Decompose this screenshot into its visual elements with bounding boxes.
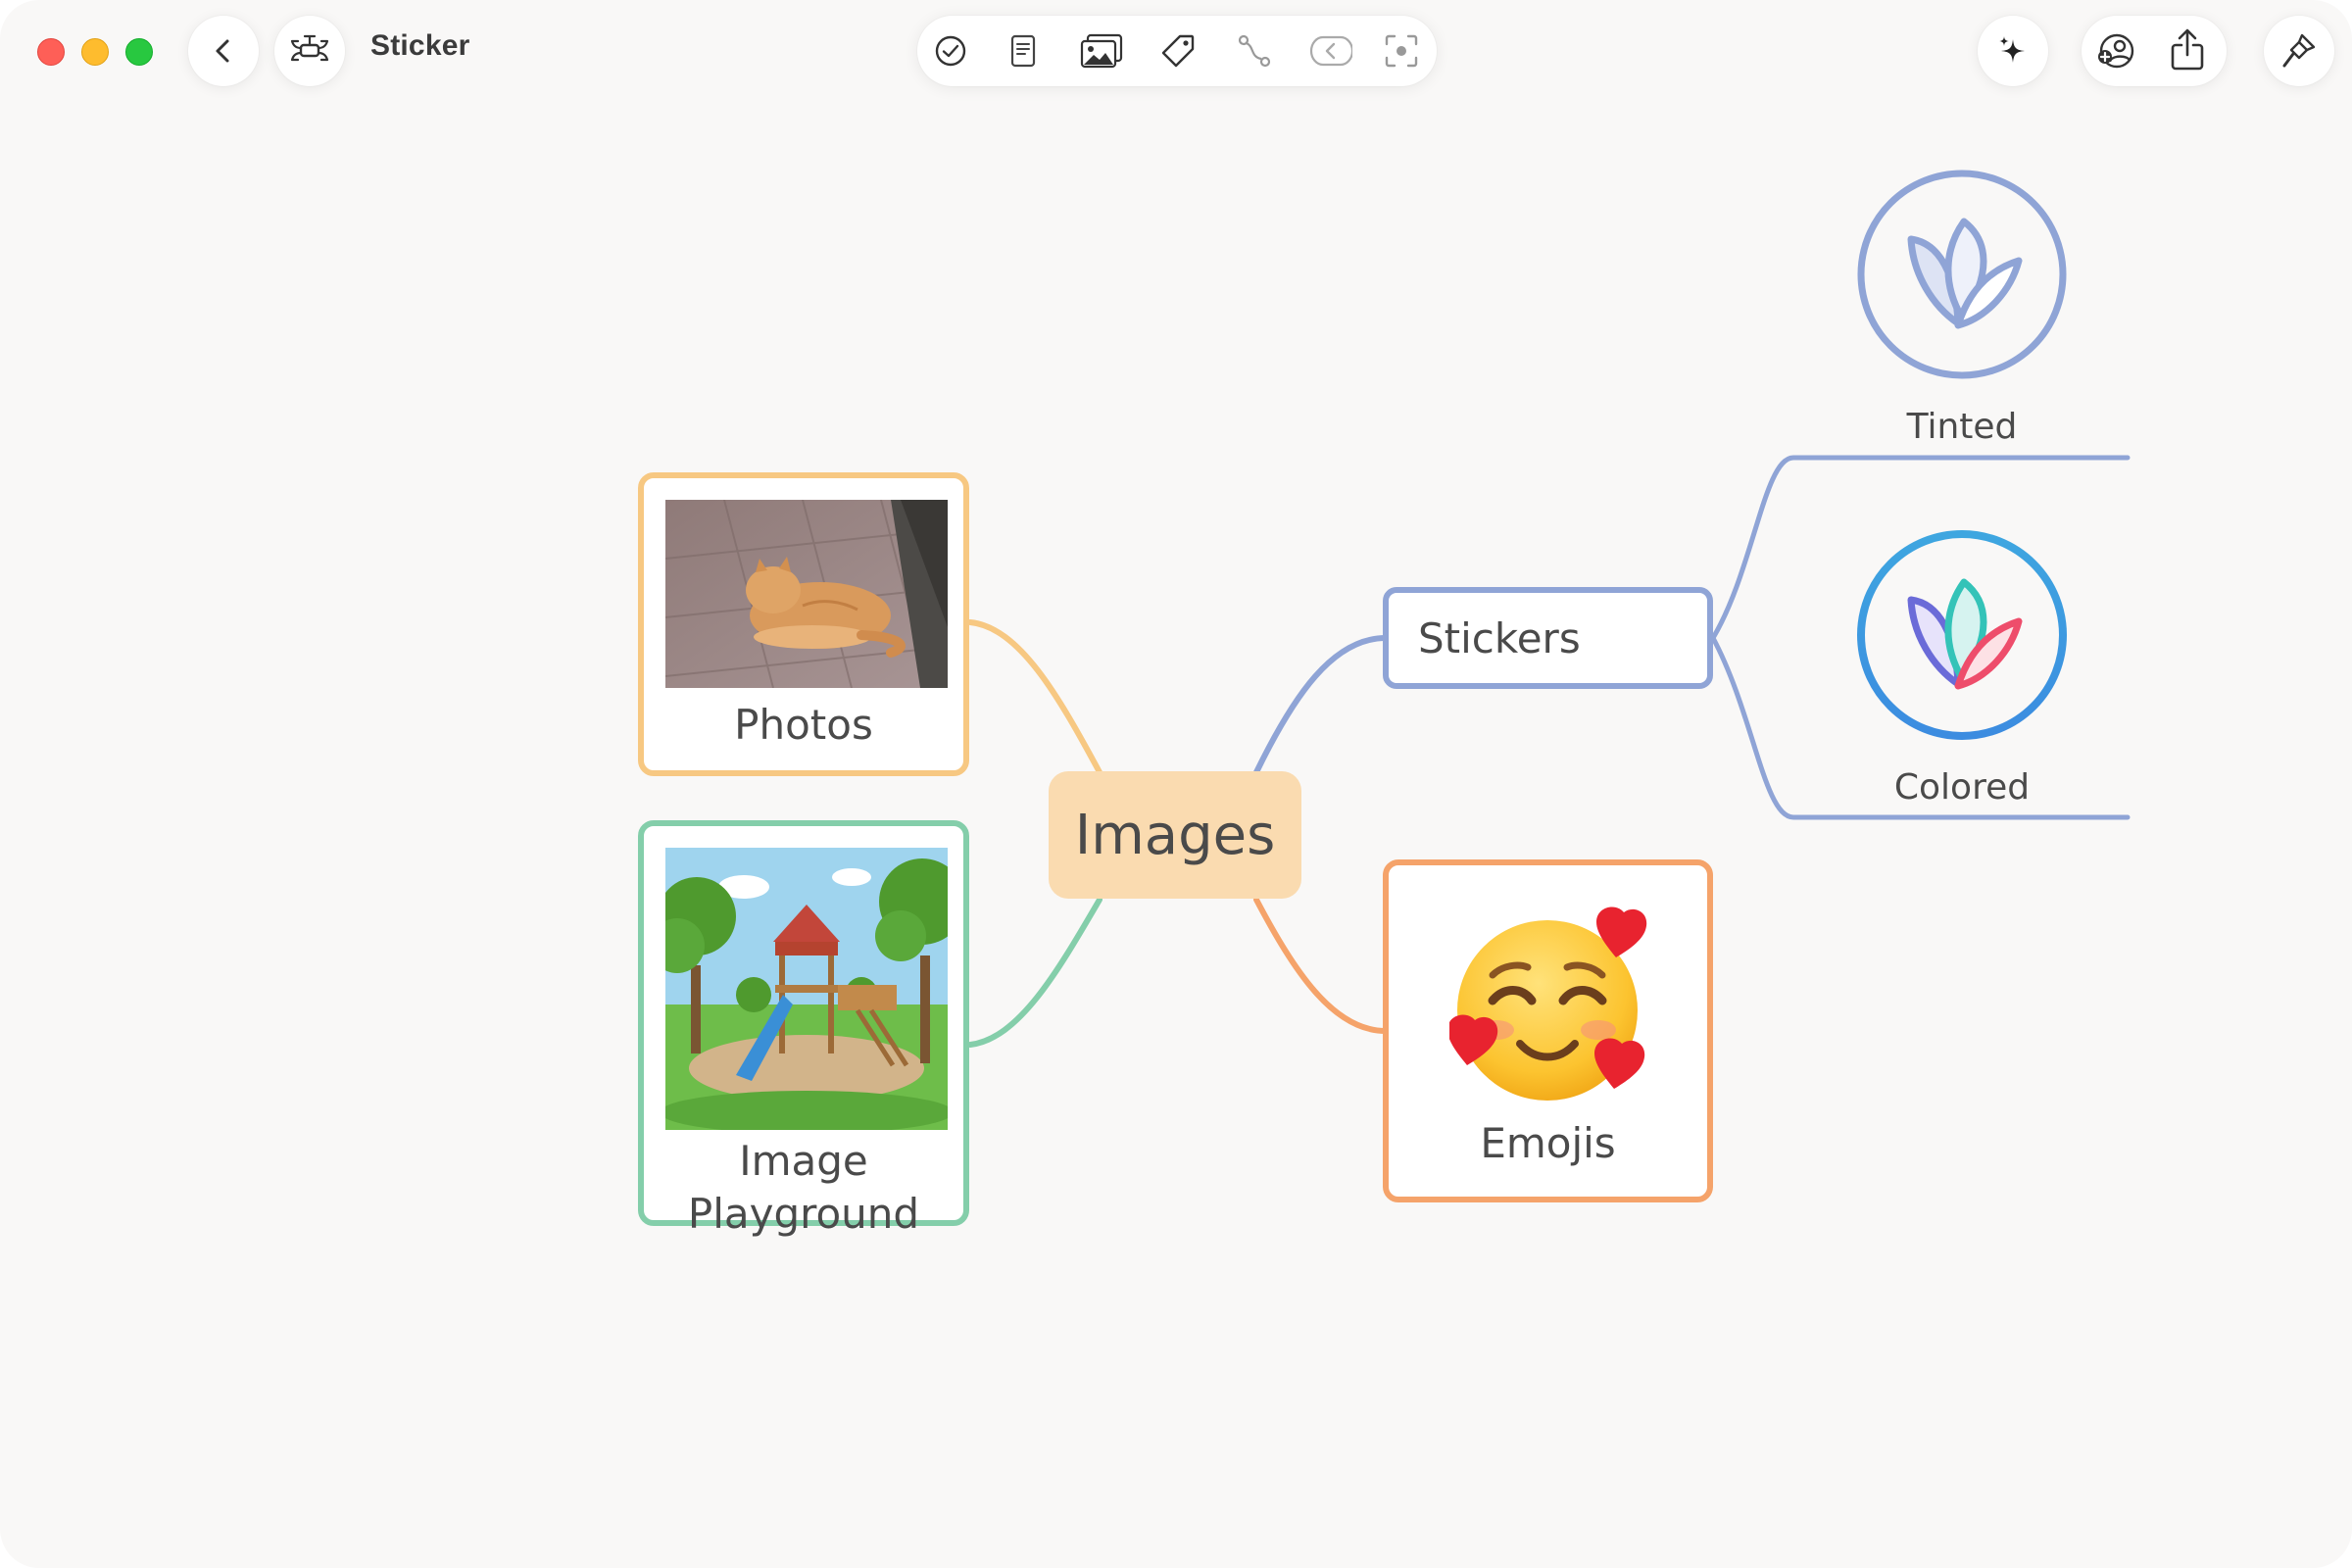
emojis-label: Emojis: [1480, 1119, 1616, 1167]
stickers-node[interactable]: Stickers: [1383, 587, 1713, 689]
image-icon: [1080, 33, 1123, 69]
focus-icon: [1385, 34, 1418, 68]
colored-label: Colored: [1893, 767, 2031, 808]
photos-node[interactable]: Photos: [638, 472, 969, 776]
collaborate-icon: [2098, 33, 2134, 69]
zoom-window-button[interactable]: [125, 38, 153, 66]
share-icon: [2171, 28, 2204, 71]
relationship-icon: [1238, 34, 1271, 68]
collaborate-button[interactable]: [2095, 31, 2136, 71]
playground-label-line2: Playground: [687, 1190, 920, 1238]
ai-assistant-button[interactable]: [1978, 16, 2048, 86]
image-button[interactable]: [1078, 33, 1125, 69]
share-button[interactable]: [2168, 27, 2207, 73]
minimize-window-button[interactable]: [81, 38, 109, 66]
focus-button[interactable]: [1384, 33, 1419, 69]
connector-stickers: [1253, 635, 1389, 775]
document-title: Sticker: [370, 29, 470, 62]
connector-emojis: [1253, 897, 1389, 1034]
cat-photo-thumbnail: [665, 500, 948, 688]
task-button[interactable]: [933, 33, 968, 69]
connector-playground: [967, 897, 1102, 1048]
format-brush-icon: [2282, 33, 2316, 68]
mindmap-structure-button[interactable]: [274, 16, 345, 86]
playground-image-icon: [665, 848, 948, 1130]
mindmap-canvas[interactable]: Photos Image Playground Images Stickers …: [0, 108, 2352, 1568]
tinted-sticker-node[interactable]: [1854, 167, 2070, 382]
smiling-hearts-emoji: [1447, 906, 1655, 1102]
sparkle-icon: [1999, 36, 2025, 63]
image-playground-node[interactable]: Image Playground: [638, 820, 969, 1238]
note-button[interactable]: [1005, 33, 1041, 69]
insert-toolbar: [917, 16, 1437, 86]
tinted-label: Tinted: [1906, 407, 2018, 447]
format-button[interactable]: [2264, 16, 2334, 86]
tinted-leaf-icon: [1857, 170, 2067, 379]
boundary-button[interactable]: [1309, 33, 1352, 69]
collaborate-share-group: [2082, 16, 2227, 86]
connector-photos: [967, 619, 1102, 775]
tag-icon: [1161, 34, 1195, 68]
central-topic-node[interactable]: Images: [1049, 771, 1301, 899]
smiling-face-with-hearts-icon: [1447, 906, 1647, 1101]
app-window: Sticker Photos Image Playground Images S…: [0, 0, 2352, 1568]
emojis-node[interactable]: Emojis: [1383, 859, 1713, 1202]
checkmark-circle-icon: [935, 35, 966, 67]
relationship-button[interactable]: [1237, 33, 1272, 69]
mindmap-icon: [290, 34, 329, 62]
back-button[interactable]: [188, 16, 259, 86]
photos-label: Photos: [734, 701, 873, 749]
close-window-button[interactable]: [37, 38, 65, 66]
colored-leaf-icon: [1857, 530, 2067, 740]
playground-thumbnail: [665, 848, 948, 1130]
playground-label-line1: Image: [739, 1137, 868, 1185]
tag-button[interactable]: [1160, 33, 1196, 69]
cat-photo-icon: [665, 500, 948, 688]
colored-sticker-node[interactable]: [1854, 527, 2070, 743]
chevron-left-icon: [216, 39, 229, 63]
boundary-icon: [1309, 35, 1352, 67]
note-icon: [1010, 34, 1036, 68]
